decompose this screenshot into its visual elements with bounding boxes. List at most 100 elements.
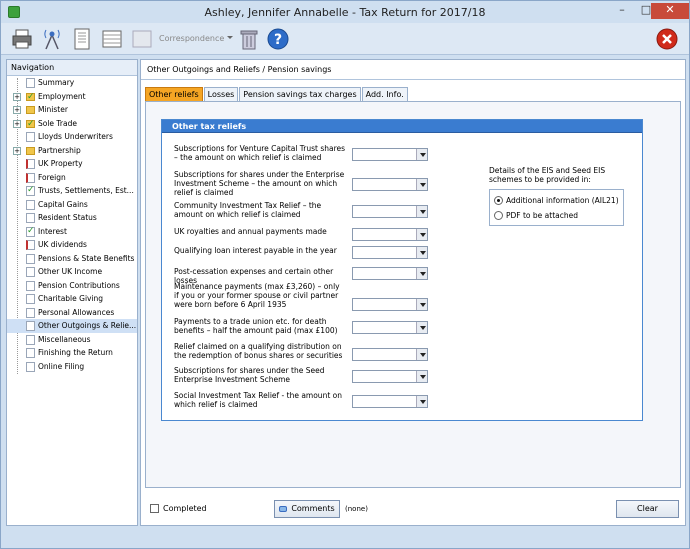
dropdown-arrow-icon[interactable] xyxy=(416,299,427,310)
nav-item[interactable]: Foreign xyxy=(7,171,137,185)
amount-dropdown[interactable] xyxy=(352,348,428,361)
printer-icon[interactable] xyxy=(11,27,33,51)
nav-item-label: Charitable Giving xyxy=(38,294,104,303)
nav-item[interactable]: UK dividends xyxy=(7,238,137,252)
nav-item[interactable]: Charitable Giving xyxy=(7,292,137,306)
eis-radio-group: Additional information (AIL21) PDF to be… xyxy=(489,189,624,226)
divider xyxy=(141,79,685,80)
relief-label: Social Investment Tax Relief - the amoun… xyxy=(174,391,342,409)
nav-item[interactable]: Summary xyxy=(7,76,137,90)
nav-item-label: Resident Status xyxy=(38,213,97,222)
dropdown-arrow-icon[interactable] xyxy=(416,371,427,382)
comments-label: Comments xyxy=(291,504,335,513)
dropdown-arrow-icon[interactable] xyxy=(416,149,427,160)
amount-dropdown[interactable] xyxy=(352,148,428,161)
dropdown-arrow-icon[interactable] xyxy=(416,322,427,333)
radio-additional-information[interactable]: Additional information (AIL21) xyxy=(494,193,619,208)
page-icon xyxy=(26,240,35,250)
footer: Completed Comments (none) Clear xyxy=(141,498,685,524)
nav-item[interactable]: Other Outgoings & Relie... xyxy=(7,319,137,333)
nav-item[interactable]: + Employment xyxy=(7,90,137,103)
breadcrumb: Other Outgoings and Reliefs / Pension sa… xyxy=(147,65,332,74)
expand-icon[interactable]: + xyxy=(13,146,21,155)
minimize-button[interactable]: – xyxy=(609,3,635,19)
nav-item[interactable]: Finishing the Return xyxy=(7,346,137,360)
help-icon[interactable]: ? xyxy=(267,27,289,51)
amount-dropdown[interactable] xyxy=(352,246,428,259)
amount-dropdown[interactable] xyxy=(352,395,428,408)
nav-item[interactable]: Resident Status xyxy=(7,211,137,225)
amount-dropdown[interactable] xyxy=(352,370,428,383)
nav-item[interactable]: Pensions & State Benefits xyxy=(7,252,137,266)
dropdown-arrow-icon[interactable] xyxy=(416,268,427,279)
amount-dropdown[interactable] xyxy=(352,267,428,280)
nav-item[interactable]: UK Property xyxy=(7,157,137,171)
tab-pension-savings-tax-charges[interactable]: Pension savings tax charges xyxy=(239,87,361,101)
nav-item[interactable]: + Minister xyxy=(7,103,137,117)
amount-dropdown[interactable] xyxy=(352,298,428,311)
nav-item[interactable]: Online Filing xyxy=(7,360,137,374)
navigation-panel: Navigation Summary+Employment+Minister+S… xyxy=(6,59,138,526)
page-icon xyxy=(26,280,35,291)
clear-button[interactable]: Clear xyxy=(616,500,679,518)
blank-icon[interactable] xyxy=(131,27,153,51)
document-icon[interactable] xyxy=(71,27,93,51)
nav-item-label: Capital Gains xyxy=(38,199,88,209)
tab-add-info[interactable]: Add. Info. xyxy=(361,87,408,101)
nav-item[interactable]: Pension Contributions xyxy=(7,279,137,293)
relief-label: Qualifying loan interest payable in the … xyxy=(174,246,337,255)
relief-label: Community Investment Tax Relief – the am… xyxy=(174,201,322,219)
folder-icon xyxy=(26,91,35,103)
page-icon xyxy=(26,199,35,210)
nav-item-label: Partnership xyxy=(38,145,81,155)
amount-dropdown[interactable] xyxy=(352,205,428,218)
page-icon xyxy=(26,334,35,345)
nav-item-label: Employment xyxy=(38,91,86,101)
nav-item[interactable]: Other UK Income xyxy=(7,265,137,279)
page-icon xyxy=(26,307,35,318)
relief-label: Subscriptions for shares under the Seed … xyxy=(174,366,325,384)
close-window-button[interactable]: ✕ xyxy=(651,3,689,19)
nav-item[interactable]: + Partnership xyxy=(7,144,137,158)
relief-label: Payments to a trade union etc. for death… xyxy=(174,317,338,335)
comments-button[interactable]: Comments xyxy=(274,500,340,518)
dropdown-arrow-icon[interactable] xyxy=(416,349,427,360)
expand-icon[interactable]: + xyxy=(13,92,21,101)
tab-other-reliefs[interactable]: Other reliefs xyxy=(145,87,203,101)
relief-label: UK royalties and annual payments made xyxy=(174,227,327,236)
nav-item-label: Sole Trade xyxy=(38,118,77,128)
trash-icon[interactable] xyxy=(238,27,260,51)
nav-item[interactable]: Lloyds Underwriters xyxy=(7,130,137,144)
expand-icon[interactable]: + xyxy=(13,106,21,114)
eis-label: Details of the EIS and Seed EIS schemes … xyxy=(489,166,606,184)
nav-item[interactable]: Personal Allowances xyxy=(7,306,137,320)
amount-dropdown[interactable] xyxy=(352,321,428,334)
nav-item[interactable]: + Sole Trade xyxy=(7,117,137,130)
list-icon[interactable] xyxy=(101,27,123,51)
dropdown-arrow-icon[interactable] xyxy=(416,206,427,217)
exit-icon[interactable] xyxy=(656,27,678,51)
nav-item-label: Pensions & State Benefits xyxy=(38,253,135,263)
amount-dropdown[interactable] xyxy=(352,228,428,241)
expand-icon[interactable]: + xyxy=(13,119,21,128)
dropdown-arrow-icon[interactable] xyxy=(416,179,427,190)
nav-item[interactable]: Interest xyxy=(7,225,137,238)
dropdown-arrow-icon[interactable] xyxy=(416,247,427,258)
dropdown-arrow-icon[interactable] xyxy=(416,229,427,240)
dropdown-arrow-icon[interactable] xyxy=(416,396,427,407)
broadcast-icon[interactable] xyxy=(41,27,63,51)
nav-item-label: Minister xyxy=(38,105,68,114)
radio-pdf-attached[interactable]: PDF to be attached xyxy=(494,208,619,223)
nav-item[interactable]: Miscellaneous xyxy=(7,333,137,347)
tab-panel: Other tax reliefs Subscriptions for Vent… xyxy=(145,101,681,488)
correspondence-menu[interactable]: Correspondence xyxy=(159,34,224,43)
page-icon xyxy=(26,159,35,169)
completed-checkbox[interactable] xyxy=(150,504,159,513)
eis-section: Details of the EIS and Seed EIS schemes … xyxy=(489,166,629,226)
nav-item[interactable]: Capital Gains xyxy=(7,198,137,212)
radio-label: PDF to be attached xyxy=(506,211,578,220)
nav-item[interactable]: Trusts, Settlements, Est... xyxy=(7,184,137,198)
tab-losses[interactable]: Losses xyxy=(203,87,239,101)
nav-item-label: Pension Contributions xyxy=(38,280,120,290)
amount-dropdown[interactable] xyxy=(352,178,428,191)
